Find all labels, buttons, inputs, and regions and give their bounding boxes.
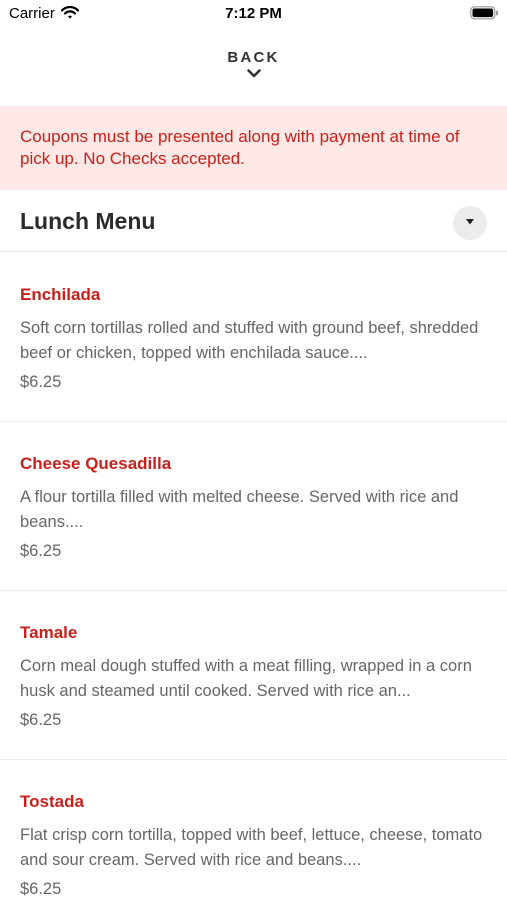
menu-item[interactable]: Tostada Flat crisp corn tortilla, topped…: [0, 760, 507, 900]
app-screen: Carrier 7:12 PM BACK Coupons must be pre…: [0, 0, 507, 900]
menu-item-description: A flour tortilla filled with melted chee…: [20, 488, 459, 531]
menu-item-price: $6.25: [20, 880, 62, 898]
menu-item-price: $6.25: [20, 542, 62, 560]
coupon-notice: Coupons must be presented along with pay…: [0, 106, 507, 190]
menu-collapse-button[interactable]: [453, 206, 487, 240]
menu-section-header[interactable]: Lunch Menu: [0, 190, 507, 252]
menu-item-name: Cheese Quesadilla: [20, 454, 172, 473]
menu-item-price: $6.25: [20, 373, 62, 391]
menu-item[interactable]: Tamale Corn meal dough stuffed with a me…: [0, 591, 507, 760]
chevron-down-icon: [246, 69, 261, 78]
menu-item[interactable]: Cheese Quesadilla A flour tortilla fille…: [0, 422, 507, 591]
clock: 7:12 PM: [225, 5, 282, 22]
menu-item-name: Enchilada: [20, 285, 101, 304]
menu-item[interactable]: Enchilada Soft corn tortillas rolled and…: [0, 253, 507, 422]
menu-item-description: Flat crisp corn tortilla, topped with be…: [20, 826, 483, 869]
back-label: BACK: [227, 49, 280, 66]
status-bar: Carrier 7:12 PM: [0, 0, 507, 28]
back-button[interactable]: BACK: [0, 48, 507, 96]
caret-down-icon: [466, 219, 474, 225]
menu-title: Lunch Menu: [20, 208, 156, 234]
menu-item-name: Tostada: [20, 792, 84, 811]
battery-icon: [470, 6, 499, 24]
menu-item-description: Soft corn tortillas rolled and stuffed w…: [20, 319, 479, 362]
menu-item-description: Corn meal dough stuffed with a meat fill…: [20, 657, 472, 700]
menu-item-name: Tamale: [20, 623, 78, 642]
menu-item-price: $6.25: [20, 711, 62, 729]
